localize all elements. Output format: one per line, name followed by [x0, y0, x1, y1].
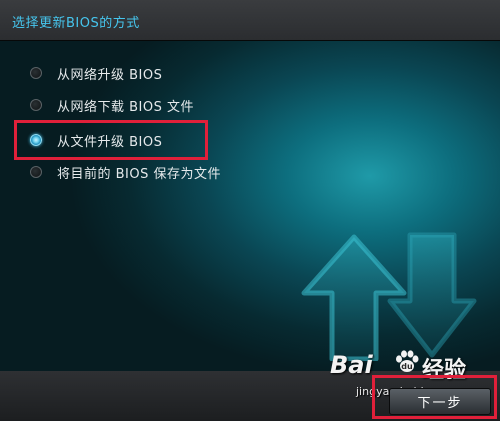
radio-icon[interactable]	[30, 67, 42, 79]
option-update-from-network[interactable]: 从网络升级 BIOS	[30, 62, 162, 84]
bios-update-dialog: 选择更新BIOS的方式 从网络升级 BIOS 从网络下载 BIOS 文件 从文件…	[0, 0, 500, 421]
option-label: 从文件升级 BIOS	[57, 134, 163, 150]
next-button[interactable]: 下一步	[389, 388, 491, 415]
option-label: 将目前的 BIOS 保存为文件	[57, 166, 222, 182]
option-download-from-network[interactable]: 从网络下载 BIOS 文件	[30, 94, 194, 116]
radio-icon[interactable]	[30, 166, 42, 178]
radio-icon-selected[interactable]	[30, 134, 42, 146]
dialog-title: 选择更新BIOS的方式	[12, 16, 140, 31]
title-bar: 选择更新BIOS的方式	[0, 0, 500, 41]
option-save-bios-to-file[interactable]: 将目前的 BIOS 保存为文件	[30, 161, 221, 183]
update-arrows-icon	[301, 232, 477, 361]
option-label: 从网络下载 BIOS 文件	[57, 99, 195, 115]
option-update-from-file[interactable]: 从文件升级 BIOS	[30, 129, 162, 151]
content-area: 从网络升级 BIOS 从网络下载 BIOS 文件 从文件升级 BIOS 将目前的…	[0, 41, 500, 371]
radio-icon[interactable]	[30, 99, 42, 111]
option-label: 从网络升级 BIOS	[57, 67, 163, 83]
